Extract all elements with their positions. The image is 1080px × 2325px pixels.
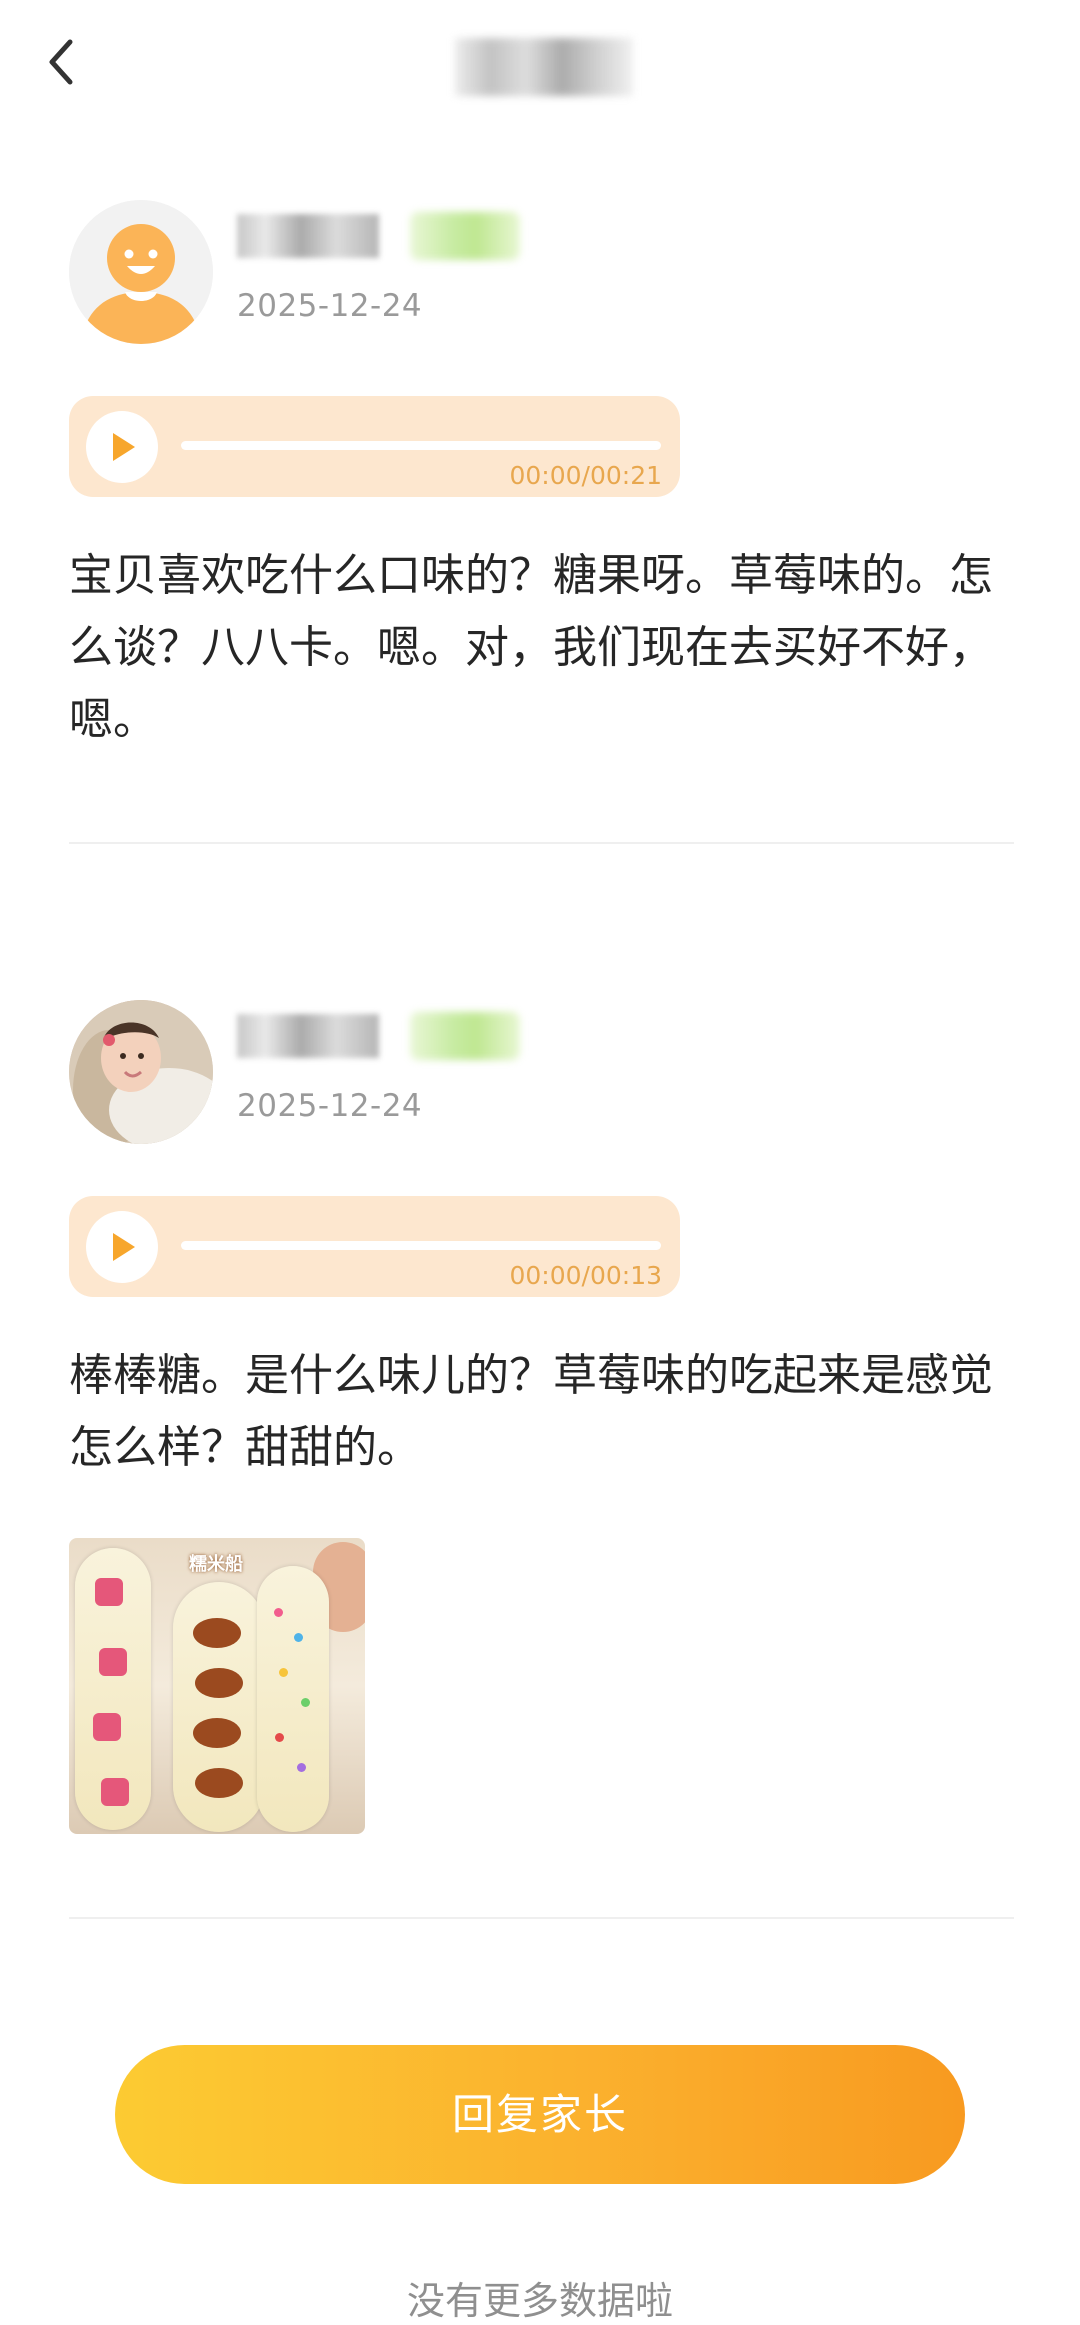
- voice-message-card: 2025-12-24 00:00/00:13 棒棒糖。是什么味儿的？草莓味的吃起…: [0, 1000, 1080, 1920]
- play-button[interactable]: [86, 411, 158, 483]
- photo-detail: [195, 1768, 243, 1798]
- audio-time: 00:00/00:13: [509, 1261, 662, 1290]
- top-navigation-bar: [0, 0, 1080, 130]
- sender-role-tag-blurred: [410, 1012, 520, 1060]
- transcript-text: 棒棒糖。是什么味儿的？草莓味的吃起来是感觉怎么样？甜甜的。: [69, 1350, 993, 1473]
- attached-photo[interactable]: 糯米船: [69, 1538, 365, 1834]
- divider: [69, 1917, 1014, 1919]
- post-date: 2025-12-24: [237, 1088, 423, 1124]
- photo-detail: [294, 1633, 303, 1642]
- photo-detail: [99, 1648, 127, 1676]
- photo-caption: 糯米船: [189, 1554, 243, 1575]
- reply-to-parent-button[interactable]: 回复家长: [115, 2045, 965, 2184]
- photo-detail: [93, 1713, 121, 1741]
- avatar: [69, 200, 213, 344]
- audio-progress-bar[interactable]: [181, 1241, 661, 1250]
- photo-detail: [195, 1668, 243, 1698]
- photo-detail: [274, 1608, 283, 1617]
- photo-detail: [297, 1763, 306, 1772]
- chevron-left-icon: [49, 39, 73, 85]
- photo-detail: [257, 1566, 329, 1832]
- divider: [69, 842, 1014, 844]
- default-avatar-icon: [69, 200, 213, 344]
- voice-message-card: 2025-12-24 00:00/00:21 宝贝喜欢吃什么口味的？糖果呀。草莓…: [0, 200, 1080, 843]
- avatar: [69, 1000, 213, 1144]
- sender-name-blurred: [237, 214, 379, 258]
- post-date: 2025-12-24: [237, 288, 423, 324]
- audio-player: 00:00/00:21: [69, 396, 680, 497]
- photo-detail: [193, 1618, 241, 1648]
- sender-role-tag-blurred: [410, 212, 520, 260]
- audio-player: 00:00/00:13: [69, 1196, 680, 1297]
- page-title-blurred: [455, 38, 633, 96]
- photo-detail: [95, 1578, 123, 1606]
- transcript-text: 宝贝喜欢吃什么口味的？糖果呀。草莓味的。怎么谈？八八卡。嗯。对，我们现在去买好不…: [69, 550, 993, 745]
- sender-name-blurred: [237, 1014, 379, 1058]
- back-button[interactable]: [40, 30, 88, 94]
- play-button[interactable]: [86, 1211, 158, 1283]
- photo-detail: [275, 1733, 284, 1742]
- photo-detail: [301, 1698, 310, 1707]
- photo-detail: [279, 1668, 288, 1677]
- audio-progress-bar[interactable]: [181, 441, 661, 450]
- photo-detail: [193, 1718, 241, 1748]
- audio-time: 00:00/00:21: [509, 461, 662, 490]
- photo-detail: [101, 1778, 129, 1806]
- no-more-data-text: 没有更多数据啦: [406, 2279, 673, 2323]
- child-photo-avatar: [69, 1000, 213, 1144]
